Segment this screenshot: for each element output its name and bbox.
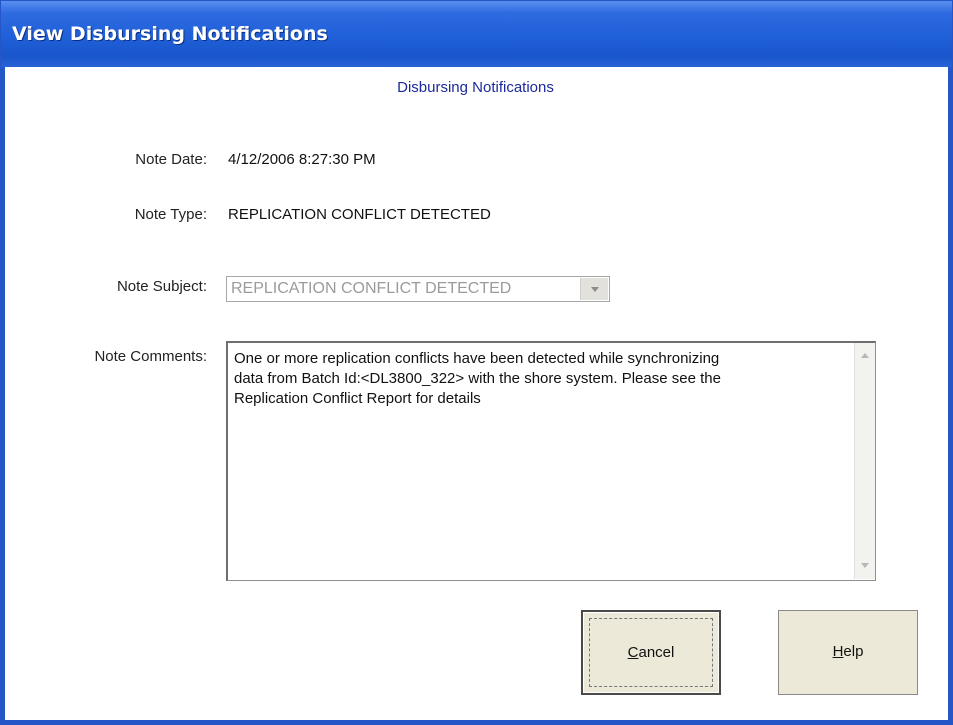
note-subject-value: REPLICATION CONFLICT DETECTED: [231, 280, 512, 297]
scroll-down-icon[interactable]: [857, 557, 873, 575]
window-border-left: [1, 67, 5, 724]
note-subject-label: Note Subject:: [116, 278, 207, 295]
cancel-button-label: Cancel: [627, 644, 675, 661]
note-subject-select[interactable]: REPLICATION CONFLICT DETECTED: [226, 276, 610, 302]
note-comments-label: Note Comments:: [94, 348, 207, 365]
note-comments-field[interactable]: One or more replication conflicts have b…: [226, 341, 876, 581]
window-border-right: [948, 67, 952, 724]
title-bar[interactable]: View Disbursing Notifications: [1, 1, 952, 67]
cancel-button[interactable]: Cancel: [581, 610, 721, 695]
note-date-value: 4/12/2006 8:27:30 PM: [228, 151, 376, 168]
chevron-down-icon[interactable]: [580, 278, 608, 300]
note-comments-text: One or more replication conflicts have b…: [234, 350, 721, 407]
note-type-value: REPLICATION CONFLICT DETECTED: [228, 206, 491, 223]
help-button-label: Help: [832, 643, 864, 660]
comments-scrollbar[interactable]: [854, 343, 875, 579]
panel-heading: Disbursing Notifications: [397, 79, 554, 96]
scroll-up-icon[interactable]: [857, 347, 873, 365]
window-border-bottom: [1, 720, 952, 724]
help-button[interactable]: Help: [778, 610, 918, 695]
note-type-label: Note Type:: [134, 206, 207, 223]
note-date-label: Note Date:: [135, 151, 207, 168]
window-title: View Disbursing Notifications: [12, 23, 328, 45]
dialog-window: View Disbursing Notifications Disbursing…: [0, 0, 953, 725]
